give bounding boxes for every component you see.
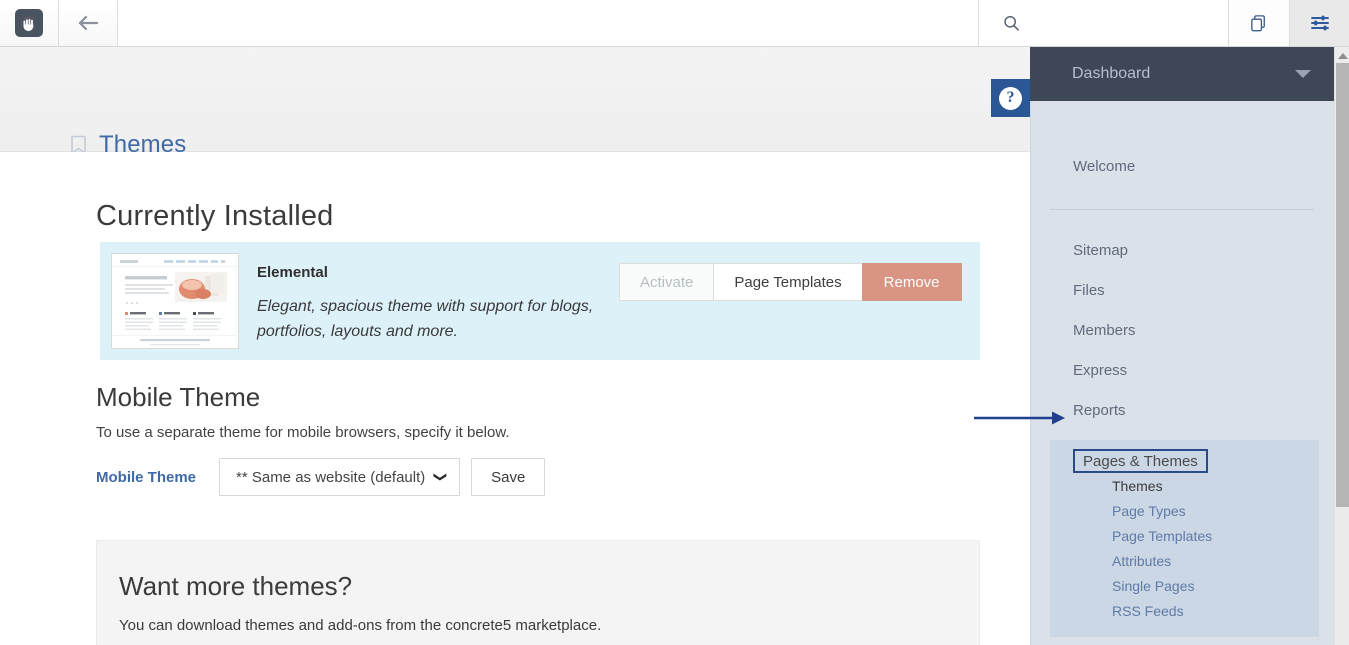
url-bar[interactable] [118, 0, 979, 46]
sidebar-item-welcome[interactable]: Welcome [1031, 146, 1334, 186]
sidebar-subitem-label: Page Types [1112, 502, 1186, 519]
mobile-theme-description: To use a separate theme for mobile brows… [96, 424, 510, 441]
mobile-theme-label: Mobile Theme [96, 468, 197, 486]
copy-pages-button[interactable] [1229, 0, 1290, 46]
sidebar-subitem-rss-feeds[interactable]: RSS Feeds [1050, 598, 1319, 623]
sidebar-item-label: Welcome [1073, 157, 1136, 175]
back-button[interactable] [59, 0, 118, 46]
dashboard-header[interactable]: Dashboard [1030, 47, 1334, 101]
concrete5-hand-icon [15, 9, 43, 37]
theme-card: Elemental Elegant, spacious theme with s… [96, 242, 980, 360]
sidebar-subitem-attributes[interactable]: Attributes [1050, 548, 1319, 573]
main-content: Currently Installed Elemental Elegant, s… [0, 152, 1030, 645]
sidebar-subitem-themes[interactable]: Themes [1050, 473, 1319, 498]
sidebar-item-label: Pages & Themes [1083, 452, 1198, 470]
promo-text: You can download themes and add-ons from… [119, 617, 602, 634]
save-button[interactable]: Save [471, 458, 546, 496]
sidebar-subitem-label: RSS Feeds [1112, 602, 1184, 619]
top-toolbar [0, 0, 1349, 47]
mobile-theme-select[interactable]: ** Same as website (default) ❯ [219, 458, 461, 496]
sidebar-item-label: Express [1073, 361, 1128, 379]
concrete5-logo-button[interactable] [0, 0, 59, 46]
sidebar-group-pages-and-themes: Pages & Themes Themes Page Types Page Te… [1050, 440, 1319, 637]
app-root: Themes Currently Installed Elemental Ele… [0, 0, 1349, 645]
chevron-down-icon: ❯ [433, 471, 449, 483]
scroll-up-arrow-icon[interactable] [1335, 49, 1349, 63]
dashboard-nav: Welcome Sitemap Files Members Express Re… [1030, 101, 1334, 645]
sidebar-subitem-page-templates[interactable]: Page Templates [1050, 523, 1319, 548]
sidebar-item-label: Members [1073, 321, 1136, 339]
activate-button[interactable]: Activate [619, 263, 714, 301]
theme-preview-thumbnail[interactable] [111, 253, 239, 349]
theme-description: Elegant, spacious theme with support for… [257, 298, 594, 340]
sidebar-subitem-label: Page Templates [1112, 527, 1213, 544]
help-button[interactable]: ? [991, 79, 1030, 117]
question-mark-icon: ? [999, 86, 1022, 110]
theme-info: Elemental Elegant, spacious theme with s… [257, 264, 617, 344]
nav-divider [1050, 209, 1314, 210]
sidebar-item-express[interactable]: Express [1031, 350, 1334, 390]
caret-down-icon[interactable] [1295, 70, 1311, 78]
sidebar-subitem-label: Attributes [1112, 552, 1172, 569]
theme-name: Elemental [257, 264, 328, 281]
dashboard-panel: Dashboard Welcome Sitemap Files Members … [1030, 47, 1349, 645]
sidebar-item-reports[interactable]: Reports [1031, 390, 1334, 430]
back-arrow-icon [78, 15, 99, 31]
dashboard-title: Dashboard [1072, 65, 1151, 82]
promo-heading: Want more themes? [119, 571, 353, 601]
sidebar-item-label: Files [1073, 281, 1105, 299]
sidebar-subitem-page-types[interactable]: Page Types [1050, 498, 1319, 523]
sidebar-item-files[interactable]: Files [1031, 270, 1334, 310]
search-bar[interactable] [979, 0, 1229, 46]
sidebar-subitem-single-pages[interactable]: Single Pages [1050, 573, 1319, 598]
dashboard-scrollbar[interactable] [1334, 47, 1349, 645]
sidebar-item-pages-and-themes[interactable]: Pages & Themes [1073, 449, 1208, 473]
sidebar-item-members[interactable]: Members [1031, 310, 1334, 350]
sidebar-item-label: Sitemap [1073, 241, 1129, 259]
search-icon [1004, 15, 1019, 31]
sidebar-item-sitemap[interactable]: Sitemap [1031, 230, 1334, 270]
sliders-settings-icon [1310, 15, 1329, 31]
sidebar-item-label: Reports [1073, 401, 1126, 419]
sidebar-subitem-label: Themes [1112, 477, 1163, 494]
page-templates-button[interactable]: Page Templates [713, 263, 862, 301]
mobile-theme-selected-value: ** Same as website (default) [236, 468, 426, 486]
remove-button[interactable]: Remove [861, 263, 962, 301]
copy-pages-icon [1250, 14, 1265, 31]
mobile-theme-form: Mobile Theme ** Same as website (default… [96, 458, 546, 496]
theme-action-buttons: Activate Page Templates Remove [619, 263, 962, 301]
mobile-theme-heading: Mobile Theme [96, 382, 261, 412]
marketplace-promo-panel: Want more themes? You can download theme… [96, 540, 980, 645]
currently-installed-heading: Currently Installed [96, 200, 334, 232]
sidebar-subitem-label: Single Pages [1112, 577, 1195, 594]
scrollbar-thumb[interactable] [1336, 63, 1349, 507]
settings-sliders-button[interactable] [1290, 0, 1349, 46]
